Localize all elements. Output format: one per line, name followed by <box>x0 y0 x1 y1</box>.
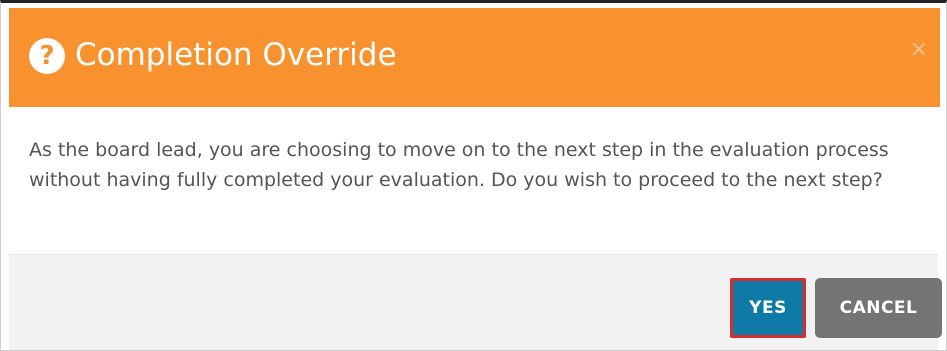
question-circle-icon: ? <box>29 38 65 74</box>
completion-override-dialog: ? Completion Override × As the board lea… <box>0 0 947 351</box>
yes-button[interactable]: YES <box>730 278 806 338</box>
question-mark-glyph: ? <box>39 41 55 71</box>
cancel-button[interactable]: CANCEL <box>815 278 942 338</box>
dialog-footer: YES CANCEL <box>9 254 942 350</box>
dialog-body: As the board lead, you are choosing to m… <box>9 107 938 253</box>
dialog-header: ? Completion Override × <box>9 8 940 107</box>
close-icon[interactable]: × <box>908 39 930 61</box>
dialog-title: Completion Override <box>75 37 397 73</box>
dialog-message: As the board lead, you are choosing to m… <box>29 139 889 191</box>
